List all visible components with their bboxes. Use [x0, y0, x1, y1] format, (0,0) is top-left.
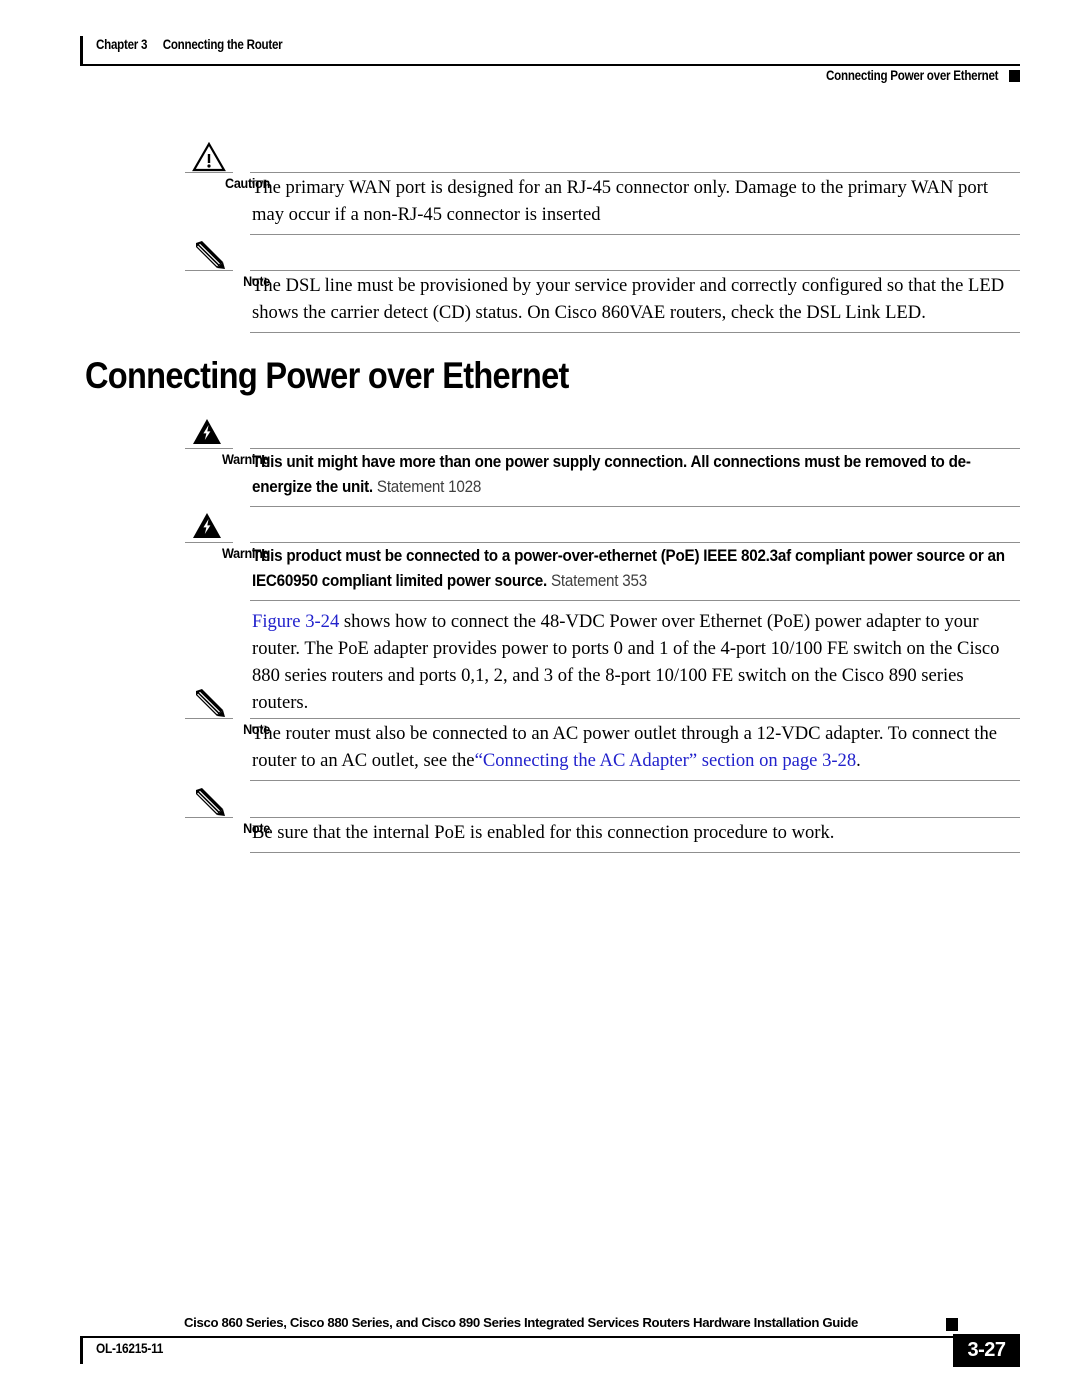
- warning-main-text: This unit might have more than one power…: [252, 453, 971, 496]
- section-heading: Connecting Power over Ethernet: [85, 355, 569, 396]
- admonition-label-note: Note: [243, 820, 270, 836]
- footer-document-id: OL-16215-11: [96, 1341, 164, 1356]
- warning-rule-top: [250, 542, 1020, 544]
- note-internal-poe-text: Be sure that the internal PoE is enabled…: [252, 822, 835, 843]
- warning-rule-bottom: [250, 600, 1020, 602]
- connecting-ac-adapter-link[interactable]: “Connecting the AC Adapter” section on p…: [475, 750, 857, 771]
- warning-poe-source-text: This product must be connected to a powe…: [252, 544, 1020, 594]
- note-pencil-icon: [192, 688, 236, 718]
- warning-rule-top: [250, 448, 1020, 450]
- note-icon-rule: [185, 817, 233, 819]
- warning-rule-bottom: [250, 506, 1020, 508]
- note-rule-bottom: [250, 852, 1020, 854]
- figure-3-24-link[interactable]: Figure 3-24: [252, 611, 339, 632]
- admonition-label-caution: Caution: [224, 175, 270, 191]
- admonition-label-note: Note: [243, 721, 270, 737]
- note-icon-rule: [185, 718, 233, 720]
- note-text-after-link: .: [856, 750, 861, 771]
- note-ac-adapter-text: The router must also be connected to an …: [252, 720, 1020, 774]
- header-chapter-number: Chapter 3: [96, 37, 148, 52]
- admonition-label-warning: Warning: [221, 545, 270, 561]
- warning-icon-rule: [185, 542, 233, 544]
- footer-rule: [80, 1336, 962, 1338]
- note-rule-top: [250, 718, 1020, 720]
- caution-triangle-icon: [192, 142, 236, 172]
- note-rule-bottom: [250, 780, 1020, 782]
- warning-icon-rule: [185, 448, 233, 450]
- body-paragraph-text: shows how to connect the 48-VDC Power ov…: [252, 611, 1000, 713]
- header-rule: [80, 64, 1020, 66]
- footer-square-marker-icon: [946, 1318, 958, 1331]
- body-paragraph-figure-reference: Figure 3-24 shows how to connect the 48-…: [252, 608, 1022, 716]
- header-chapter-title: Connecting the Router: [162, 37, 283, 52]
- note-pencil-icon: [192, 240, 236, 270]
- warning-lightning-icon: [192, 418, 236, 448]
- page-footer: Cisco 860 Series, Cisco 880 Series, and …: [80, 1305, 1020, 1375]
- note-pencil-icon: [192, 787, 236, 817]
- footer-guide-title: Cisco 860 Series, Cisco 880 Series, and …: [184, 1315, 858, 1330]
- footer-page-number: 3-27: [953, 1334, 1020, 1367]
- warning-statement-id: Statement 1028: [372, 478, 482, 496]
- page-header: Chapter 3 Connecting the Router Connectin…: [80, 30, 1020, 83]
- document-page: Chapter 3 Connecting the Router Connectin…: [0, 0, 1080, 1397]
- admonition-label-warning: Warning: [221, 451, 270, 467]
- warning-statement-id: Statement 353: [547, 572, 647, 590]
- header-left-tick: [80, 36, 83, 64]
- note-icon-rule: [185, 270, 233, 272]
- caution-rule-bottom: [250, 234, 1020, 236]
- caution-rule-top: [250, 172, 1020, 174]
- note-rule-top: [250, 817, 1020, 819]
- footer-left-tick: [80, 1338, 83, 1364]
- header-chapter-info: Chapter 3 Connecting the Router: [96, 37, 283, 52]
- caution-icon-rule: [185, 172, 233, 174]
- note-dsl-text: The DSL line must be provisioned by your…: [252, 275, 1005, 323]
- admonition-label-note: Note: [243, 273, 270, 289]
- note-rule-top: [250, 270, 1020, 272]
- caution-text: The primary WAN port is designed for an …: [252, 177, 988, 225]
- note-rule-bottom: [250, 332, 1020, 334]
- warning-power-supply-text: This unit might have more than one power…: [252, 450, 1020, 500]
- warning-lightning-icon: [192, 512, 236, 542]
- header-square-marker-icon: [1009, 70, 1020, 82]
- header-running-head: Connecting Power over Ethernet: [825, 68, 999, 83]
